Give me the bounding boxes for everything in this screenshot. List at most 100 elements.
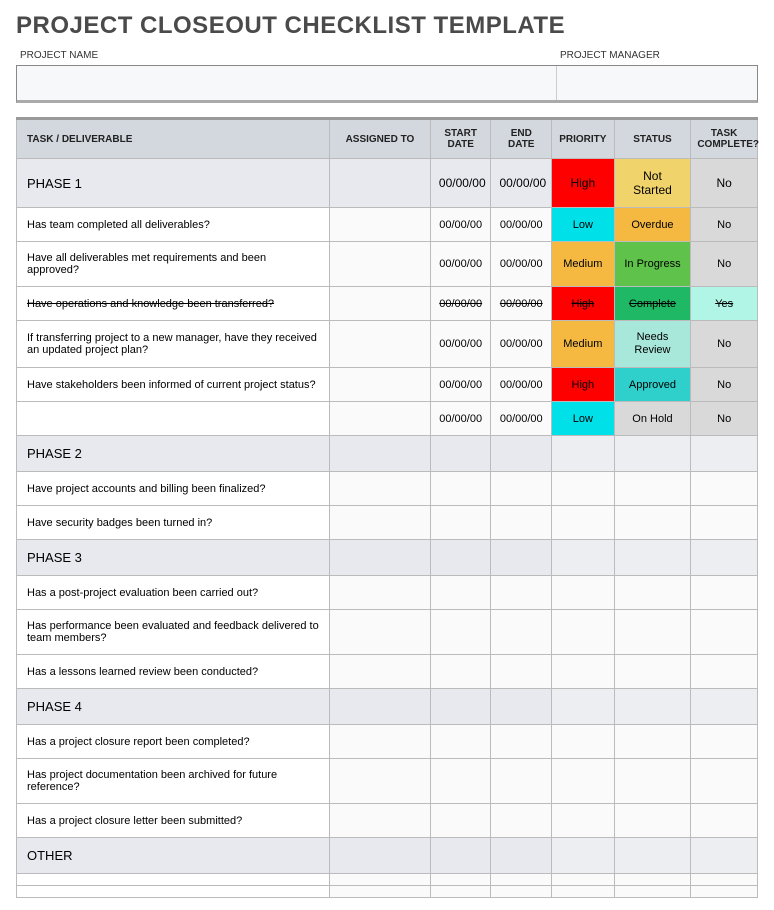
end-date-cell[interactable]	[491, 838, 552, 874]
complete-cell[interactable]	[691, 886, 758, 898]
complete-cell[interactable]	[691, 725, 758, 759]
start-date-cell[interactable]	[430, 610, 491, 655]
complete-cell[interactable]	[691, 472, 758, 506]
status-cell[interactable]	[614, 886, 691, 898]
end-date-cell[interactable]	[491, 886, 552, 898]
status-cell[interactable]	[614, 804, 691, 838]
task-cell[interactable]: Has a project closure report been comple…	[17, 725, 330, 759]
assigned-cell[interactable]	[329, 208, 430, 242]
assigned-cell[interactable]	[329, 759, 430, 804]
start-date-cell[interactable]	[430, 838, 491, 874]
status-cell[interactable]	[614, 655, 691, 689]
assigned-cell[interactable]	[329, 886, 430, 898]
assigned-cell[interactable]	[329, 506, 430, 540]
complete-cell[interactable]	[691, 804, 758, 838]
start-date-cell[interactable]: 00/00/00	[430, 287, 491, 321]
assigned-cell[interactable]	[329, 838, 430, 874]
task-cell[interactable]: Has a project closure letter been submit…	[17, 804, 330, 838]
start-date-cell[interactable]: 00/00/00	[430, 402, 491, 436]
assigned-cell[interactable]	[329, 610, 430, 655]
status-cell[interactable]: In Progress	[614, 242, 691, 287]
status-cell[interactable]	[614, 759, 691, 804]
status-cell[interactable]	[614, 506, 691, 540]
task-cell[interactable]: PHASE 4	[17, 689, 330, 725]
end-date-cell[interactable]	[491, 540, 552, 576]
start-date-cell[interactable]	[430, 576, 491, 610]
assigned-cell[interactable]	[329, 287, 430, 321]
complete-cell[interactable]: No	[691, 242, 758, 287]
assigned-cell[interactable]	[329, 436, 430, 472]
status-cell[interactable]	[614, 725, 691, 759]
status-cell[interactable]: On Hold	[614, 402, 691, 436]
complete-cell[interactable]	[691, 540, 758, 576]
task-cell[interactable]: Have operations and knowledge been trans…	[17, 287, 330, 321]
assigned-cell[interactable]	[329, 402, 430, 436]
complete-cell[interactable]: No	[691, 368, 758, 402]
task-cell[interactable]: PHASE 2	[17, 436, 330, 472]
status-cell[interactable]: Overdue	[614, 208, 691, 242]
status-cell[interactable]: Complete	[614, 287, 691, 321]
task-cell[interactable]: Have security badges been turned in?	[17, 506, 330, 540]
complete-cell[interactable]: No	[691, 321, 758, 368]
task-cell[interactable]: Has a lessons learned review been conduc…	[17, 655, 330, 689]
complete-cell[interactable]: No	[691, 159, 758, 208]
end-date-cell[interactable]	[491, 725, 552, 759]
priority-cell[interactable]: Low	[552, 402, 615, 436]
end-date-cell[interactable]: 00/00/00	[491, 159, 552, 208]
task-cell[interactable]: Has performance been evaluated and feedb…	[17, 610, 330, 655]
start-date-cell[interactable]: 00/00/00	[430, 208, 491, 242]
status-cell[interactable]: Not Started	[614, 159, 691, 208]
complete-cell[interactable]	[691, 689, 758, 725]
status-cell[interactable]: Needs Review	[614, 321, 691, 368]
task-cell[interactable]	[17, 886, 330, 898]
task-cell[interactable]	[17, 402, 330, 436]
end-date-cell[interactable]	[491, 759, 552, 804]
priority-cell[interactable]	[552, 436, 615, 472]
end-date-cell[interactable]	[491, 436, 552, 472]
start-date-cell[interactable]	[430, 689, 491, 725]
assigned-cell[interactable]	[329, 242, 430, 287]
end-date-cell[interactable]	[491, 804, 552, 838]
complete-cell[interactable]	[691, 838, 758, 874]
complete-cell[interactable]: No	[691, 402, 758, 436]
priority-cell[interactable]	[552, 804, 615, 838]
priority-cell[interactable]	[552, 725, 615, 759]
assigned-cell[interactable]	[329, 689, 430, 725]
assigned-cell[interactable]	[329, 725, 430, 759]
start-date-cell[interactable]: 00/00/00	[430, 242, 491, 287]
complete-cell[interactable]: Yes	[691, 287, 758, 321]
priority-cell[interactable]	[552, 689, 615, 725]
priority-cell[interactable]: High	[552, 287, 615, 321]
end-date-cell[interactable]	[491, 576, 552, 610]
start-date-cell[interactable]	[430, 540, 491, 576]
task-cell[interactable]: Have all deliverables met requirements a…	[17, 242, 330, 287]
status-cell[interactable]	[614, 689, 691, 725]
task-cell[interactable]: Has project documentation been archived …	[17, 759, 330, 804]
priority-cell[interactable]	[552, 540, 615, 576]
task-cell[interactable]: PHASE 1	[17, 159, 330, 208]
complete-cell[interactable]	[691, 436, 758, 472]
priority-cell[interactable]	[552, 472, 615, 506]
end-date-cell[interactable]	[491, 472, 552, 506]
end-date-cell[interactable]	[491, 874, 552, 886]
start-date-cell[interactable]	[430, 655, 491, 689]
assigned-cell[interactable]	[329, 540, 430, 576]
assigned-cell[interactable]	[329, 655, 430, 689]
status-cell[interactable]	[614, 874, 691, 886]
project-manager-input[interactable]	[557, 66, 757, 100]
status-cell[interactable]	[614, 610, 691, 655]
status-cell[interactable]	[614, 576, 691, 610]
start-date-cell[interactable]: 00/00/00	[430, 321, 491, 368]
priority-cell[interactable]	[552, 759, 615, 804]
priority-cell[interactable]	[552, 874, 615, 886]
project-name-input[interactable]	[17, 66, 557, 100]
assigned-cell[interactable]	[329, 159, 430, 208]
priority-cell[interactable]: Medium	[552, 242, 615, 287]
end-date-cell[interactable]: 00/00/00	[491, 402, 552, 436]
task-cell[interactable]: Have project accounts and billing been f…	[17, 472, 330, 506]
start-date-cell[interactable]	[430, 759, 491, 804]
start-date-cell[interactable]: 00/00/00	[430, 159, 491, 208]
assigned-cell[interactable]	[329, 874, 430, 886]
priority-cell[interactable]	[552, 610, 615, 655]
end-date-cell[interactable]: 00/00/00	[491, 368, 552, 402]
